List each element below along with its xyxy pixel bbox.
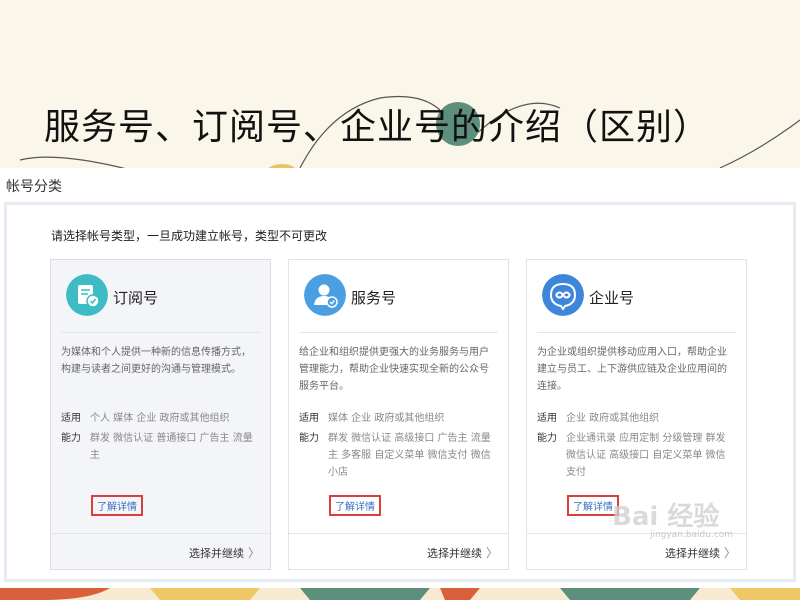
spec-value: 企业通讯录 应用定制 分级管理 群发 微信认证 高级接口 自定义菜单 微信 支付 xyxy=(566,433,726,478)
watermark-text: Bai 经验 xyxy=(612,502,720,532)
description-line: 为企业或组织提供移动应用入口，帮助企业 xyxy=(537,347,727,358)
chevron-right-icon: 〉 xyxy=(723,546,736,560)
spec-key: 适用 xyxy=(537,413,557,424)
spec-key: 能力 xyxy=(61,433,81,444)
service-account-icon xyxy=(304,274,346,316)
section-label: 帐号分类 xyxy=(6,179,62,195)
card-service-account[interactable]: 服务号 给企业和组织提供更强大的业务服务与用户 管理能力，帮助企业快速实现全新的… xyxy=(288,259,509,570)
chevron-right-icon: 〉 xyxy=(485,546,498,560)
divider xyxy=(299,332,498,333)
spec-key: 适用 xyxy=(299,413,319,424)
card-title: 企业号 xyxy=(589,289,635,307)
spec-value: 群发 微信认证 高级接口 广告主 流量 主 多客服 自定义菜单 微信支付 微信 … xyxy=(328,433,491,478)
continue-label: 选择并继续 xyxy=(426,547,482,560)
continue-label: 选择并继续 xyxy=(188,547,244,560)
spec-value: 群发 微信认证 普通接口 广告主 流量 主 xyxy=(90,433,253,461)
card-title: 服务号 xyxy=(351,289,397,307)
divider xyxy=(61,332,260,333)
chevron-right-icon: 〉 xyxy=(247,546,260,560)
spec-apply: 适用 媒体 企业 政府或其他组织 xyxy=(299,410,500,427)
spec-apply: 适用 企业 政府或其他组织 xyxy=(537,410,738,427)
card-subscription-account[interactable]: 订阅号 为媒体和个人提供一种新的信息传播方式， 构建与读者之间更好的沟通与管理模… xyxy=(50,259,271,570)
card-footer: 选择并继续〉 xyxy=(289,533,508,569)
select-continue-button[interactable]: 选择并继续〉 xyxy=(665,544,736,561)
description-line: 建立与员工、上下游供应链及企业应用间的 xyxy=(537,364,727,375)
watermark-subtext: jingyan.baidu.com xyxy=(650,530,734,540)
card-description: 给企业和组织提供更强大的业务服务与用户 管理能力，帮助企业快速实现全新的公众号 … xyxy=(299,344,498,395)
spec-value: 个人 媒体 企业 政府或其他组织 xyxy=(90,413,230,424)
spec-ability: 能力 群发 微信认证 高级接口 广告主 流量 主 多客服 自定义菜单 微信支付 … xyxy=(299,430,500,481)
spec-ability: 能力 群发 微信认证 普通接口 广告主 流量 主 xyxy=(61,430,262,464)
learn-more-link[interactable]: 了解详情 xyxy=(91,495,143,516)
spec-ability: 能力 企业通讯录 应用定制 分级管理 群发 微信认证 高级接口 自定义菜单 微信… xyxy=(537,430,738,481)
continue-label: 选择并继续 xyxy=(664,547,720,560)
card-description: 为企业或组织提供移动应用入口，帮助企业 建立与员工、上下游供应链及企业应用间的 … xyxy=(537,344,736,395)
spec-key: 适用 xyxy=(61,413,81,424)
description-line: 给企业和组织提供更强大的业务服务与用户 xyxy=(299,347,489,358)
spec-key: 能力 xyxy=(537,433,557,444)
card-title: 订阅号 xyxy=(113,289,159,307)
select-continue-button[interactable]: 选择并继续〉 xyxy=(427,544,498,561)
learn-more-link[interactable]: 了解详情 xyxy=(329,495,381,516)
card-description: 为媒体和个人提供一种新的信息传播方式， 构建与读者之间更好的沟通与管理模式。 xyxy=(61,344,260,378)
description-line: 服务平台。 xyxy=(299,381,349,392)
description-line: 为媒体和个人提供一种新的信息传播方式， xyxy=(61,347,251,358)
divider xyxy=(537,332,736,333)
spec-apply: 适用 个人 媒体 企业 政府或其他组织 xyxy=(61,410,262,427)
enterprise-account-icon xyxy=(542,274,584,316)
card-footer: 选择并继续〉 xyxy=(51,533,270,569)
description-line: 管理能力，帮助企业快速实现全新的公众号 xyxy=(299,364,489,375)
card-header: 订阅号 xyxy=(51,260,270,332)
slide-title: 服务号、订阅号、企业号的介绍（区别） xyxy=(44,107,711,148)
instruction-text: 请选择帐号类型，一旦成功建立帐号，类型不可更改 xyxy=(51,229,328,243)
subscription-account-icon xyxy=(66,274,108,316)
select-continue-button[interactable]: 选择并继续〉 xyxy=(189,544,260,561)
baidu-jingyan-watermark: Bai 经验 jingyan.baidu.com xyxy=(612,496,762,544)
spec-value: 媒体 企业 政府或其他组织 xyxy=(328,413,445,424)
card-header: 企业号 xyxy=(527,260,746,332)
description-line: 构建与读者之间更好的沟通与管理模式。 xyxy=(61,364,241,375)
spec-value: 企业 政府或其他组织 xyxy=(566,413,660,424)
description-line: 连接。 xyxy=(537,381,567,392)
card-header: 服务号 xyxy=(289,260,508,332)
spec-key: 能力 xyxy=(299,433,319,444)
